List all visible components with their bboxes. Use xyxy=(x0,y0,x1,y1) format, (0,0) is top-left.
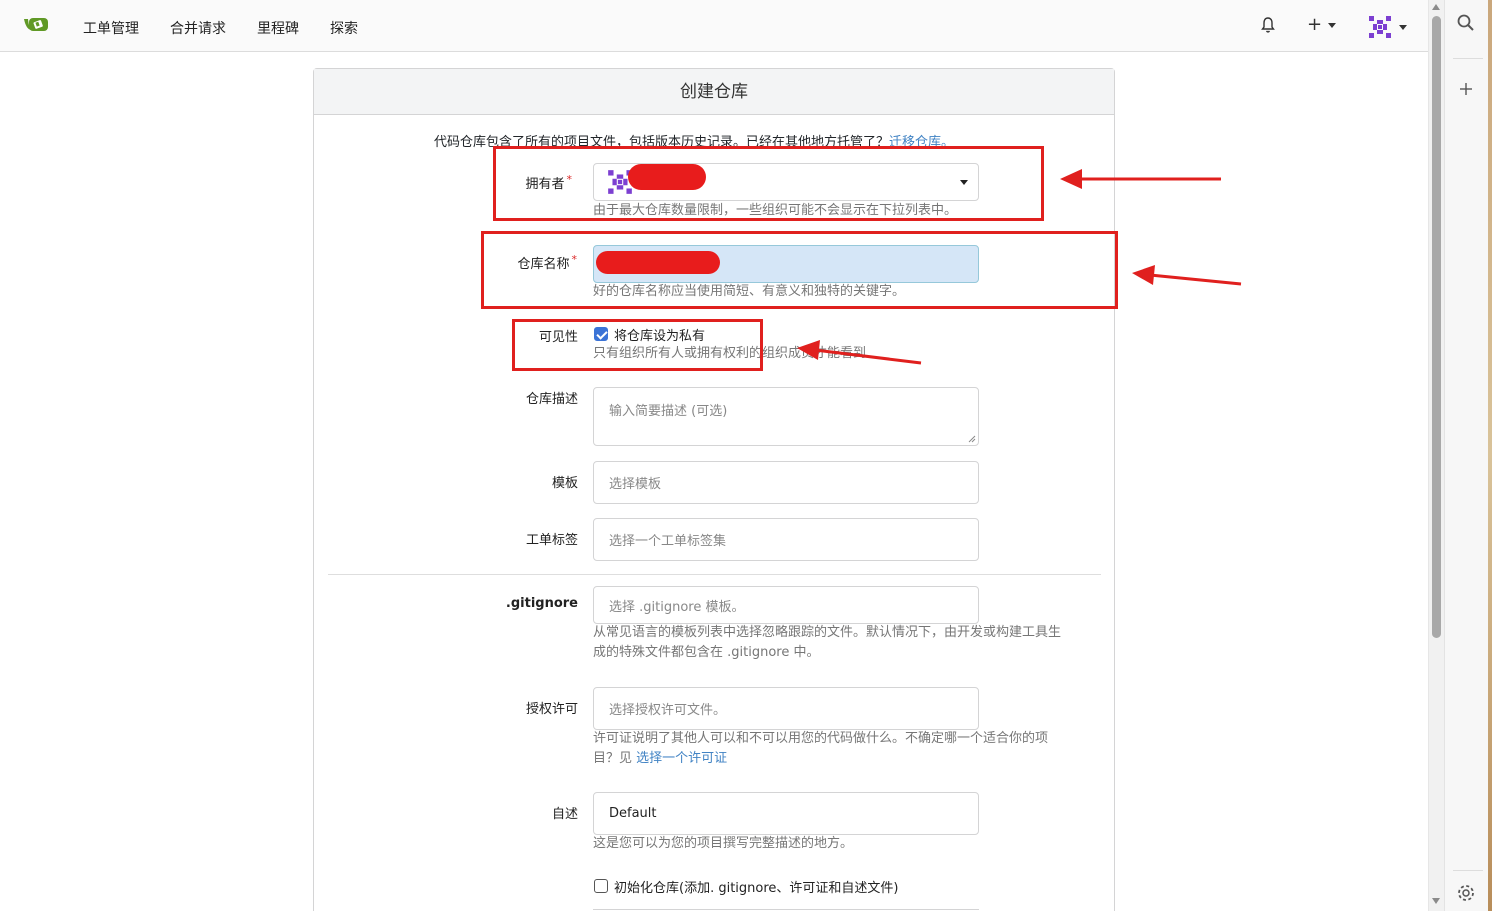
annotation-arrows xyxy=(797,169,1242,365)
scroll-down-arrow-icon[interactable] xyxy=(1432,898,1440,904)
settings-gear-icon[interactable] xyxy=(1455,882,1477,904)
add-icon[interactable] xyxy=(1455,78,1477,100)
side-separator xyxy=(1453,870,1483,871)
browser-side-panel xyxy=(1444,0,1492,911)
vertical-scrollbar[interactable] xyxy=(1428,0,1444,911)
side-separator xyxy=(1453,58,1483,59)
window-edge xyxy=(1488,0,1492,911)
scrollbar-thumb[interactable] xyxy=(1432,16,1441,638)
scroll-up-arrow-icon[interactable] xyxy=(1432,4,1440,10)
search-icon[interactable] xyxy=(1455,12,1477,34)
